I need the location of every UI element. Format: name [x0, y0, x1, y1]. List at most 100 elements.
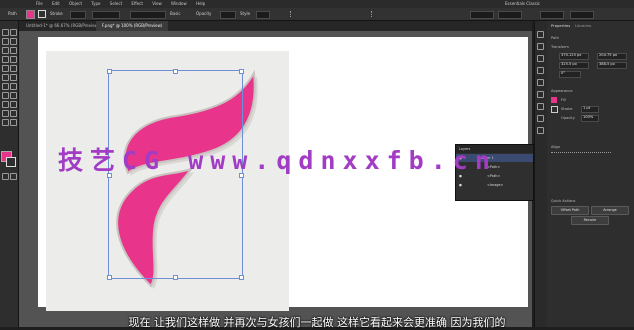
w-field[interactable] — [540, 11, 564, 19]
y-field[interactable] — [498, 11, 522, 19]
line-tool-icon[interactable] — [10, 56, 17, 63]
opacity-value: 100% — [583, 115, 594, 119]
tools-panel — [0, 21, 19, 327]
style-field[interactable] — [256, 11, 270, 19]
tab-f-png[interactable]: F.png* @ 100% (RGB/Preview) — [96, 21, 169, 31]
menu-file[interactable]: File — [36, 0, 43, 8]
stroke-label: Stroke — [561, 107, 573, 111]
menu-window[interactable]: Window — [171, 0, 187, 8]
direct-selection-tool-icon[interactable] — [10, 29, 17, 36]
arrange-button[interactable]: Arrange — [591, 206, 629, 215]
stroke-panel-icon[interactable] — [537, 79, 544, 86]
h-field[interactable] — [570, 11, 594, 19]
symbols-panel-icon[interactable] — [537, 67, 544, 74]
fill-swatch[interactable] — [26, 10, 35, 19]
shape-builder-icon[interactable] — [10, 101, 17, 108]
align-buttons-row[interactable] — [551, 152, 611, 158]
tab-untitled[interactable]: Untitled-1* @ 66.67% (RGB/Preview) — [20, 21, 106, 31]
transparency-panel-icon[interactable] — [537, 103, 544, 110]
handle-bottom-left[interactable] — [107, 275, 112, 280]
pen-tool-icon[interactable] — [2, 47, 9, 54]
style-label: Basic — [170, 11, 181, 16]
handle-bottom-center[interactable] — [173, 275, 178, 280]
menu-view[interactable]: View — [152, 0, 162, 8]
transform-label: Transform — [551, 45, 569, 49]
opacity-field[interactable] — [220, 11, 236, 19]
opacity-label: Opacity — [561, 116, 575, 120]
paintbrush-tool-icon[interactable] — [10, 65, 17, 72]
fill-label: Fill — [561, 98, 566, 102]
stroke-weight-value: 1 pt — [583, 106, 591, 110]
align-icons[interactable] — [290, 11, 372, 17]
brushes-panel-icon[interactable] — [537, 55, 544, 62]
layer-row[interactable]: ● <Image> — [456, 181, 533, 189]
panel-icon-strip — [534, 21, 547, 327]
menu-edit[interactable]: Edit — [52, 0, 60, 8]
scale-tool-icon[interactable] — [2, 92, 9, 99]
appearance-label: Appearance — [551, 89, 573, 93]
offset-path-button[interactable]: Offset Path — [551, 206, 589, 215]
eye-icon[interactable]: ● — [459, 183, 462, 187]
tab-libraries[interactable]: Libraries — [575, 23, 591, 28]
free-transform-icon[interactable] — [2, 101, 9, 108]
draw-mode-icon[interactable] — [2, 173, 9, 180]
color-panel-icon[interactable] — [537, 31, 544, 38]
angle-value: 0° — [561, 71, 566, 75]
lasso-icon[interactable] — [10, 38, 17, 45]
brush-field[interactable] — [130, 11, 166, 19]
stroke-label: Stroke — [50, 11, 63, 16]
stroke-color-swatch[interactable] — [6, 157, 16, 167]
gradient-tool-icon[interactable] — [10, 110, 17, 117]
screen-mode-icon[interactable] — [10, 173, 17, 180]
curvature-tool-icon[interactable] — [10, 47, 17, 54]
style2-label: Style — [240, 11, 251, 16]
selection-type-label: Path — [551, 36, 559, 40]
opacity-label: Opacity — [196, 11, 212, 16]
layers-panel-icon[interactable] — [537, 127, 544, 134]
watermark: 技艺CG www.qdnxxfb.cn — [58, 146, 497, 175]
selection-tool-icon[interactable] — [2, 29, 9, 36]
width-tool-icon[interactable] — [10, 92, 17, 99]
swatches-panel-icon[interactable] — [537, 43, 544, 50]
handle-bottom-right[interactable] — [239, 275, 244, 280]
menu-type[interactable]: Type — [91, 0, 100, 8]
path-label: Path — [8, 11, 17, 16]
type-tool-icon[interactable] — [2, 56, 9, 63]
properties-panel: Properties Libraries Path Transform 370.… — [547, 21, 634, 327]
handle-top-left[interactable] — [107, 69, 112, 74]
stroke-weight-field[interactable] — [70, 11, 86, 19]
rotate-tool-icon[interactable] — [10, 83, 17, 90]
w-value: 204.75 px — [599, 53, 618, 57]
eyedropper-icon[interactable] — [2, 110, 9, 117]
document-tabs: Untitled-1* @ 66.67% (RGB/Preview) F.png… — [18, 21, 532, 31]
control-bar: Path Stroke Basic Opacity Style — [0, 8, 634, 21]
eraser-tool-icon[interactable] — [2, 83, 9, 90]
stroke-swatch[interactable] — [38, 10, 46, 18]
tab-properties[interactable]: Properties — [551, 23, 570, 28]
pencil-tool-icon[interactable] — [10, 74, 17, 81]
menu-select[interactable]: Select — [110, 0, 122, 8]
stroke-swatch-props[interactable] — [551, 106, 558, 113]
appearance-panel-icon[interactable] — [537, 115, 544, 122]
h-value: 388.5 px — [599, 62, 615, 66]
menu-bar: File Edit Object Type Select Effect View… — [0, 0, 634, 8]
workspace-switcher[interactable]: Essentials Classic — [505, 0, 540, 8]
y-value: 325.5 px — [561, 62, 577, 66]
menu-effect[interactable]: Effect — [131, 0, 143, 8]
hand-tool-icon[interactable] — [2, 119, 9, 126]
zoom-tool-icon[interactable] — [10, 119, 17, 126]
x-field[interactable] — [470, 11, 494, 19]
magic-wand-icon[interactable] — [2, 38, 9, 45]
gradient-panel-icon[interactable] — [537, 91, 544, 98]
rectangle-tool-icon[interactable] — [2, 65, 9, 72]
handle-top-right[interactable] — [239, 69, 244, 74]
menu-object[interactable]: Object — [69, 0, 82, 8]
shaper-tool-icon[interactable] — [2, 74, 9, 81]
quick-actions-label: Quick Actions — [551, 199, 576, 203]
recolor-button[interactable]: Recolor — [571, 216, 609, 225]
variable-width-field[interactable] — [92, 11, 120, 19]
handle-top-center[interactable] — [173, 69, 178, 74]
layer-name: <Image> — [487, 183, 504, 187]
menu-help[interactable]: Help — [196, 0, 205, 8]
fill-swatch-props[interactable] — [551, 97, 557, 103]
